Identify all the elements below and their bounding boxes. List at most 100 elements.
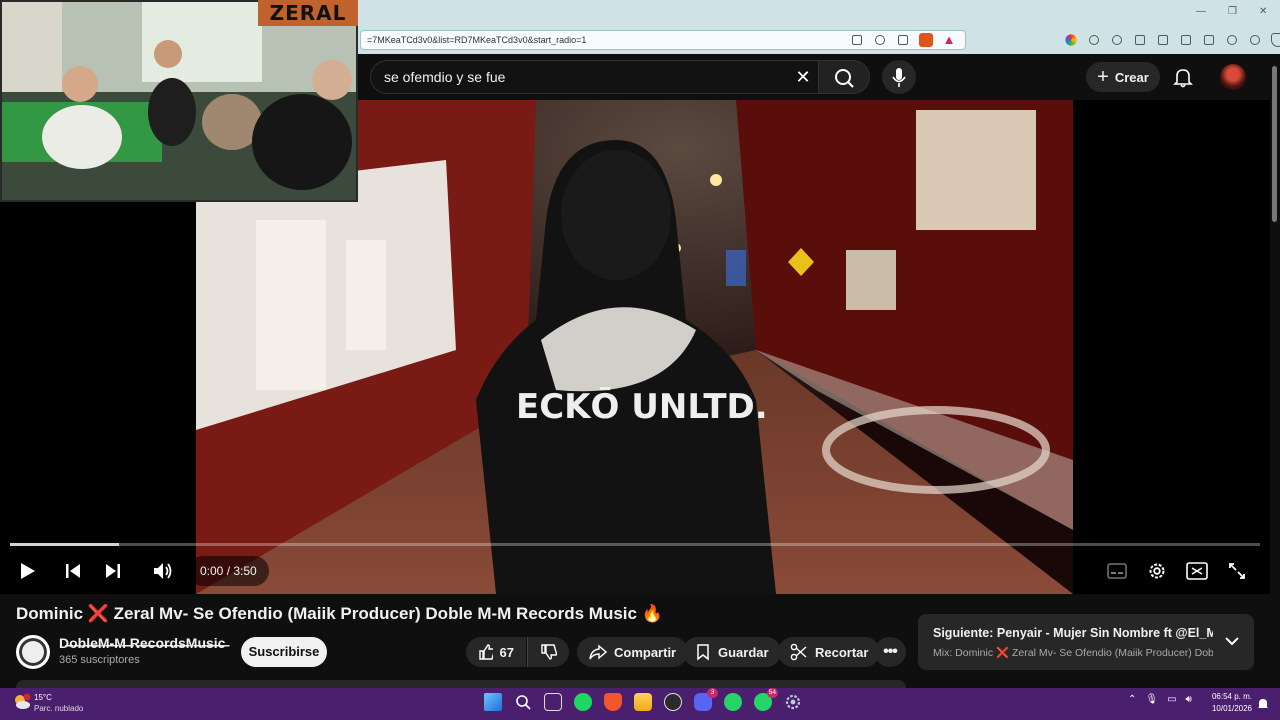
play-button[interactable]	[12, 556, 42, 586]
search-button[interactable]	[818, 60, 870, 94]
like-button[interactable]: 67	[466, 637, 526, 667]
clear-search-icon[interactable]: ✕	[794, 66, 812, 88]
puzzle-icon[interactable]	[1087, 33, 1101, 47]
search-query-text: se ofemdio y se fue	[384, 69, 506, 85]
spotify-icon[interactable]	[574, 693, 592, 711]
video-title: Dominic ❌ Zeral Mv- Se Ofendio (Maiik Pr…	[16, 604, 663, 623]
shirt-logo-text: ECKŌ UNLTD.	[516, 386, 768, 427]
close-window-icon[interactable]: ✕	[1259, 6, 1267, 17]
file-explorer-icon[interactable]	[634, 693, 652, 711]
save-button[interactable]: Guardar	[683, 637, 781, 667]
fullscreen-button[interactable]	[1222, 556, 1252, 586]
create-button[interactable]: + Crear	[1086, 62, 1160, 92]
vpn-icon[interactable]	[1271, 33, 1280, 47]
more-icon: •••	[883, 643, 898, 660]
url-text: =7MKeaTCd3v0&list=RD7MKeaTCd3v0&start_ra…	[367, 35, 587, 45]
channel-name[interactable]: D̶o̶b̶l̶e̶M̶-̶M̶ ̶R̶e̶c̶o̶r̶d̶s̶M̶u̶s̶i̶…	[59, 635, 225, 651]
facecam-overlay	[0, 0, 358, 202]
share-label: Compartir	[614, 644, 677, 660]
voice-search-button[interactable]	[882, 60, 916, 94]
ai-icon[interactable]	[1225, 33, 1239, 47]
microphone-tray-icon[interactable]: 🎙︎	[1145, 694, 1158, 705]
system-tray: ⌃ 🎙︎ ▭ 🔊︎	[1128, 694, 1192, 705]
volume-icon	[154, 563, 172, 579]
next-button[interactable]	[98, 556, 128, 586]
settings-app-icon[interactable]	[784, 693, 802, 711]
search-icon	[835, 69, 854, 88]
up-next-card[interactable]	[918, 614, 1254, 670]
save-label: Guardar	[718, 644, 769, 660]
whatsapp-icon[interactable]	[724, 693, 742, 711]
obs-icon[interactable]	[664, 693, 682, 711]
plus-icon: +	[1097, 66, 1109, 88]
progress-fill	[10, 543, 119, 546]
url-actions: ▲	[850, 33, 956, 47]
channel-avatar[interactable]	[16, 635, 50, 669]
share-page-icon[interactable]	[896, 33, 910, 47]
share-icon	[589, 644, 607, 660]
notification-center-icon[interactable]	[1257, 697, 1269, 709]
task-view-icon[interactable]	[544, 693, 562, 711]
extensions-bar: ≡	[1064, 33, 1280, 47]
search-taskbar-icon[interactable]	[514, 693, 532, 711]
share-button[interactable]: Compartir	[577, 637, 689, 667]
weather-description: Parc. nublado	[34, 704, 84, 713]
extension-icon[interactable]	[1065, 34, 1077, 46]
brave-browser-icon[interactable]	[604, 693, 622, 711]
network-icon[interactable]: ▭	[1167, 694, 1176, 705]
clip-label: Recortar	[815, 644, 869, 660]
mic-icon	[892, 68, 906, 87]
brave-rewards-icon[interactable]: ▲	[942, 33, 956, 47]
music-icon[interactable]	[1156, 33, 1170, 47]
subscriber-count: 365 suscriptores	[59, 654, 140, 666]
like-count: 67	[499, 644, 514, 660]
discord-icon[interactable]: 3	[694, 688, 718, 711]
restore-icon[interactable]: ❐	[1228, 6, 1237, 17]
previous-button[interactable]	[58, 556, 88, 586]
history-icon[interactable]	[1110, 33, 1124, 47]
miniplayer-button[interactable]	[1182, 556, 1212, 586]
page-scrollbar[interactable]	[1272, 66, 1277, 222]
bookmark-icon	[697, 644, 709, 661]
window-controls: — ❐ ✕	[1196, 6, 1267, 17]
minimize-icon[interactable]: —	[1196, 6, 1206, 17]
dislike-button[interactable]	[527, 637, 569, 667]
subscribe-button[interactable]: Suscribirse	[241, 637, 327, 667]
subtitles-button[interactable]	[1102, 556, 1132, 586]
whatsapp-badge: 54	[766, 688, 778, 698]
next-icon	[106, 564, 120, 578]
progress-bar[interactable]	[10, 543, 1260, 546]
fullscreen-icon	[1229, 563, 1245, 579]
settings-button[interactable]	[1142, 556, 1172, 586]
discord-badge: 3	[707, 688, 718, 698]
clock-date[interactable]: 10/01/2026	[1206, 704, 1252, 713]
description-box[interactable]	[16, 680, 906, 688]
windows-start-icon[interactable]	[484, 693, 502, 711]
brave-shield-icon[interactable]	[919, 33, 933, 47]
create-label: Crear	[1114, 69, 1149, 85]
up-next-title: Siguiente: Penyair - Mujer Sin Nombre ft…	[933, 626, 1213, 640]
clock-time[interactable]: 06:54 p. m.	[1206, 692, 1252, 701]
chevron-down-icon[interactable]	[1222, 630, 1242, 652]
tab-icon[interactable]	[1133, 33, 1147, 47]
zoom-icon[interactable]	[873, 33, 887, 47]
subtitles-icon	[1107, 563, 1127, 579]
sidebar-icon[interactable]	[1179, 33, 1193, 47]
facecam-image	[2, 2, 356, 200]
channel-logo-badge: ZERAL	[258, 0, 358, 26]
taskbar-apps: 3 54	[484, 688, 802, 711]
volume-button[interactable]	[148, 556, 178, 586]
account-avatar[interactable]	[1220, 64, 1246, 90]
weather-temperature: 15°C	[34, 693, 52, 702]
weather-icon[interactable]	[12, 692, 32, 712]
cast-icon[interactable]	[850, 33, 864, 47]
up-next-subtitle: Mix: Dominic ❌ Zeral Mv- Se Ofendio (Mai…	[933, 647, 1213, 659]
more-actions-button[interactable]: •••	[874, 637, 906, 667]
tray-chevron-up-icon[interactable]: ⌃	[1128, 694, 1136, 705]
wallet-icon[interactable]	[1202, 33, 1216, 47]
speaker-icon[interactable]: 🔊︎	[1186, 694, 1192, 705]
clip-button[interactable]: Recortar	[778, 637, 881, 667]
whatsapp-business-icon[interactable]: 54	[754, 688, 778, 711]
notifications-bell-icon[interactable]	[1172, 66, 1194, 88]
downloads-icon[interactable]	[1248, 33, 1262, 47]
